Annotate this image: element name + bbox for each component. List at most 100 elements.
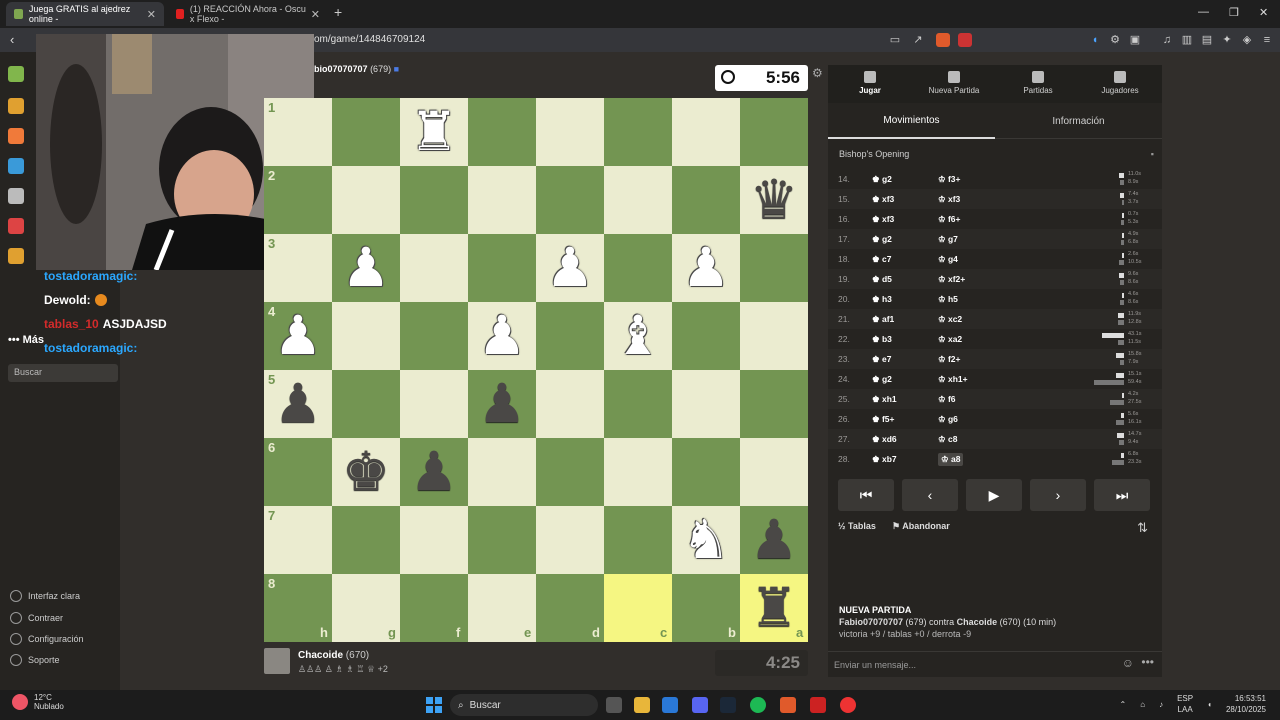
white-move[interactable]: ♚ xf3 <box>872 194 894 205</box>
brave-rewards-icon[interactable] <box>958 33 972 47</box>
square-e1[interactable] <box>468 98 536 166</box>
emoji-icon[interactable]: ☺ <box>1122 656 1134 670</box>
settings-item[interactable]: Configuración <box>10 633 84 645</box>
square-b1[interactable] <box>672 98 740 166</box>
square-f2[interactable] <box>400 166 468 234</box>
more-options-icon[interactable]: ••• <box>1141 655 1154 669</box>
leo-icon[interactable]: ✦ <box>1220 33 1234 47</box>
square-e7[interactable] <box>468 506 536 574</box>
support-item[interactable]: Soporte <box>10 654 60 666</box>
square-e6[interactable] <box>468 438 536 506</box>
white-move[interactable]: ♚ d5 <box>872 274 892 285</box>
news-icon[interactable] <box>8 218 24 234</box>
black-move[interactable]: ♔ g7 <box>938 234 958 245</box>
back-arrow-icon[interactable]: ‹ <box>10 32 14 47</box>
collapse-item[interactable]: Contraer <box>10 612 63 624</box>
opponent-name[interactable]: bio07070707 <box>314 64 368 74</box>
square-b5[interactable] <box>672 370 740 438</box>
white-move[interactable]: ♚ xd6 <box>872 434 897 445</box>
tab-new-game[interactable]: Nueva Partida <box>912 65 996 103</box>
tab-play[interactable]: Jugar <box>828 65 912 103</box>
black-pawn-piece[interactable]: ♟ <box>264 370 332 438</box>
white-pawn-piece[interactable]: ♟ <box>536 234 604 302</box>
square-a6[interactable] <box>740 438 808 506</box>
chess-logo-icon[interactable] <box>8 66 24 82</box>
square-c5[interactable] <box>604 370 672 438</box>
black-move[interactable]: ♔ xa2 <box>938 334 962 345</box>
close-tab-icon[interactable]: ✕ <box>311 8 320 21</box>
square-f3[interactable] <box>400 234 468 302</box>
black-move[interactable]: ♔ f3+ <box>938 174 961 185</box>
square-g4[interactable] <box>332 302 400 370</box>
white-pawn-piece[interactable]: ♟ <box>468 302 536 370</box>
vpn-icon[interactable]: ◈ <box>1240 33 1254 47</box>
close-tab-icon[interactable]: ✕ <box>147 8 156 21</box>
black-king-piece[interactable]: ♚ <box>332 438 400 506</box>
square-c7[interactable] <box>604 506 672 574</box>
black-move[interactable]: ♔ a8 <box>938 452 964 466</box>
avatar[interactable] <box>264 648 290 674</box>
white-move[interactable]: ♚ xb7 <box>872 454 897 465</box>
new-tab-icon[interactable]: + <box>334 4 342 20</box>
white-move[interactable]: ♚ f5+ <box>872 414 895 425</box>
wallet-icon[interactable]: ▤ <box>1200 33 1214 47</box>
windows-start-icon[interactable] <box>426 697 442 713</box>
square-e3[interactable] <box>468 234 536 302</box>
black-move[interactable]: ♔ xf3 <box>938 194 960 205</box>
white-move[interactable]: ♚ c7 <box>872 254 891 265</box>
next-move-button[interactable]: › <box>1030 479 1086 511</box>
square-b6[interactable] <box>672 438 740 506</box>
white-move[interactable]: ♚ g2 <box>872 174 892 185</box>
square-a1[interactable] <box>740 98 808 166</box>
sidebar-icon[interactable]: ▥ <box>1180 33 1194 47</box>
watch-icon[interactable] <box>8 188 24 204</box>
square-a4[interactable] <box>740 302 808 370</box>
tab-games[interactable]: Partidas <box>996 65 1080 103</box>
board-settings-icon[interactable]: ⚙ <box>812 66 823 80</box>
black-move[interactable]: ♔ xc2 <box>938 314 962 325</box>
previous-move-button[interactable]: ‹ <box>902 479 958 511</box>
square-d6[interactable] <box>536 438 604 506</box>
white-bishop-piece[interactable]: ♝ <box>604 302 672 370</box>
close-window-icon[interactable]: ✕ <box>1259 6 1268 19</box>
tab-youtube[interactable]: (1) REACCIÓN Ahora - Oscu x Flexo - ✕ <box>168 2 328 26</box>
social-icon[interactable] <box>8 248 24 264</box>
chess-board[interactable]: 1 2 3 4 5 6 7 8 h g f e d c b a ♜ ♛ ♟ ♟ ♟ ♟ ♟ ♝ ♟ ♟ ♚ ♟ ♞ ♟ ♜ <box>264 98 808 642</box>
discord-icon[interactable] <box>692 697 708 713</box>
flip-board-icon[interactable]: ⇅ <box>1137 520 1148 536</box>
play-icon[interactable] <box>8 98 24 114</box>
black-move[interactable]: ♔ g4 <box>938 254 958 265</box>
square-d7[interactable] <box>536 506 604 574</box>
weather-widget[interactable]: 12°C Nublado <box>12 693 64 711</box>
music-icon[interactable]: ♫ <box>1160 33 1174 47</box>
system-clock[interactable]: 16:53:51 28/10/2025 <box>1226 693 1266 715</box>
white-move[interactable]: ♚ af1 <box>872 314 894 325</box>
black-move[interactable]: ♔ h5 <box>938 294 958 305</box>
spotify-icon[interactable] <box>750 697 766 713</box>
maximize-icon[interactable]: ❐ <box>1229 6 1239 19</box>
screenshot-icon[interactable]: ▣ <box>1128 33 1142 47</box>
square-c3[interactable] <box>604 234 672 302</box>
app-icon-2[interactable] <box>840 697 856 713</box>
square-a5[interactable] <box>740 370 808 438</box>
language-indicator[interactable]: ESP LAA <box>1177 693 1193 715</box>
black-queen-piece[interactable]: ♛ <box>740 166 808 234</box>
mic-icon[interactable]: ♪ <box>1159 700 1163 709</box>
square-a3[interactable] <box>740 234 808 302</box>
square-f4[interactable] <box>400 302 468 370</box>
white-move[interactable]: ♚ xf3 <box>872 214 894 225</box>
black-pawn-piece[interactable]: ♟ <box>740 506 808 574</box>
tab-players[interactable]: Jugadores <box>1078 65 1162 103</box>
network-icon[interactable]: ⌂ <box>1140 700 1145 709</box>
black-move[interactable]: ♔ f2+ <box>938 354 961 365</box>
sidebar-search-input[interactable]: Buscar <box>8 364 118 382</box>
volume-icon[interactable]: ◖ <box>1207 700 1212 709</box>
player-name[interactable]: Chacoide (670) <box>298 650 369 661</box>
square-c2[interactable] <box>604 166 672 234</box>
bing-icon[interactable] <box>662 697 678 713</box>
white-move[interactable]: ♚ b3 <box>872 334 892 345</box>
task-view-icon[interactable] <box>606 697 622 713</box>
chevron-up-icon[interactable]: ⌃ <box>1120 700 1127 709</box>
square-b2[interactable] <box>672 166 740 234</box>
brave-icon[interactable] <box>780 697 796 713</box>
